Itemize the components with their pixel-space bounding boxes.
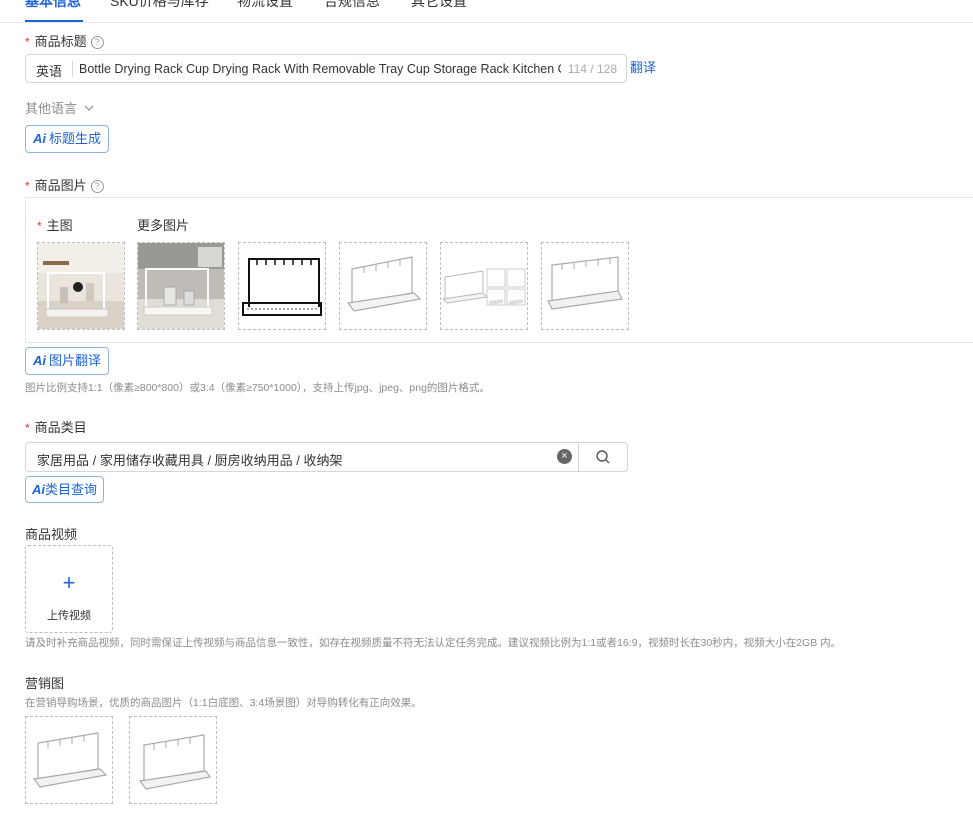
ai-icon: Ai bbox=[33, 131, 46, 146]
search-icon bbox=[596, 450, 610, 464]
chevron-down-icon bbox=[84, 105, 94, 111]
required-mark: * bbox=[25, 35, 30, 49]
required-mark: * bbox=[25, 179, 30, 193]
category-search-button[interactable] bbox=[578, 443, 628, 471]
required-mark: * bbox=[37, 219, 42, 233]
help-icon[interactable]: ? bbox=[90, 36, 104, 49]
category-label-row: * 商品类目 bbox=[25, 417, 87, 436]
plus-icon: + bbox=[62, 570, 76, 595]
product-image-thumbnail[interactable] bbox=[541, 242, 629, 330]
ai-title-generate-label: 标题生成 bbox=[49, 131, 102, 146]
required-mark: * bbox=[25, 421, 30, 435]
video-label: 商品视频 bbox=[25, 527, 78, 542]
marketing-hint: 在营销导购场景，优质的商品图片（1:1白底图、3:4场景图）对导购转化有正向效果… bbox=[25, 697, 422, 709]
title-label: 商品标题 bbox=[34, 34, 87, 49]
title-language: 英语 bbox=[36, 64, 63, 79]
more-images-label: 更多图片 bbox=[137, 218, 190, 233]
upload-video-button[interactable]: + 上传视频 bbox=[25, 545, 113, 633]
ai-icon: Ai bbox=[33, 353, 46, 368]
title-value[interactable]: Bottle Drying Rack Cup Drying Rack With … bbox=[79, 62, 561, 76]
image-label: 商品图片 bbox=[34, 178, 87, 193]
product-image-thumbnail[interactable] bbox=[137, 242, 225, 330]
marketing-image-thumbnail[interactable] bbox=[25, 716, 113, 804]
active-tab-indicator bbox=[25, 20, 83, 22]
tab-other-settings[interactable]: 其它设置 bbox=[411, 0, 467, 11]
product-image-thumbnail[interactable] bbox=[238, 242, 326, 330]
image-hint: 图片比例支持1:1（像素≥800*800）或3:4（像素≥750*1000），支… bbox=[25, 382, 490, 394]
ai-title-generate-button[interactable]: Ai 标题生成 bbox=[25, 125, 110, 153]
marketing-label: 营销图 bbox=[25, 676, 65, 691]
ai-category-query-button[interactable]: Ai类目查询 bbox=[25, 476, 105, 503]
video-hint: 请及时补充商品视频，同时需保证上传视频与商品信息一致性，如存在视频质量不符无法认… bbox=[25, 637, 842, 649]
title-label-row: * 商品标题? bbox=[25, 31, 104, 50]
category-input[interactable]: 家居用品 / 家用储存收藏用具 / 厨房收纳用品 / 收纳架 × bbox=[25, 442, 628, 472]
tab-sku-price-stock[interactable]: SKU价格与库存 bbox=[110, 0, 209, 11]
divider bbox=[72, 61, 73, 77]
category-label: 商品类目 bbox=[34, 420, 87, 435]
main-image-label-row: * 主图 bbox=[37, 215, 73, 234]
ai-category-query-label: 类目查询 bbox=[45, 482, 98, 497]
ai-image-translate-button[interactable]: Ai 图片翻译 bbox=[25, 347, 110, 375]
ai-icon: Ai bbox=[32, 482, 45, 497]
category-value: 家居用品 / 家用储存收藏用具 / 厨房收纳用品 / 收纳架 bbox=[37, 453, 343, 468]
ai-image-translate-label: 图片翻译 bbox=[49, 353, 102, 368]
tab-bar: 基本信息 SKU价格与库存 物流设置 合规信息 其它设置 bbox=[0, 0, 973, 23]
title-input[interactable]: 英语 Bottle Drying Rack Cup Drying Rack Wi… bbox=[25, 54, 627, 83]
other-languages-toggle[interactable]: 其他语言 bbox=[25, 98, 94, 117]
product-image-thumbnail[interactable] bbox=[339, 242, 427, 330]
main-image-thumbnail[interactable] bbox=[37, 242, 125, 330]
product-image-thumbnail[interactable] bbox=[440, 242, 528, 330]
image-label-row: * 商品图片? bbox=[25, 175, 104, 194]
translate-link[interactable]: 翻译 bbox=[630, 57, 656, 76]
help-icon[interactable]: ? bbox=[90, 180, 104, 193]
tab-compliance[interactable]: 合规信息 bbox=[324, 0, 380, 11]
tab-basic-info[interactable]: 基本信息 bbox=[25, 0, 81, 11]
title-char-count: 114 / 128 bbox=[567, 62, 617, 76]
upload-video-label: 上传视频 bbox=[47, 610, 91, 622]
marketing-image-thumbnail[interactable] bbox=[129, 716, 217, 804]
other-languages-label: 其他语言 bbox=[25, 101, 78, 116]
main-image-label: 主图 bbox=[46, 218, 73, 233]
tab-logistics[interactable]: 物流设置 bbox=[237, 0, 293, 11]
clear-icon[interactable]: × bbox=[557, 449, 572, 464]
